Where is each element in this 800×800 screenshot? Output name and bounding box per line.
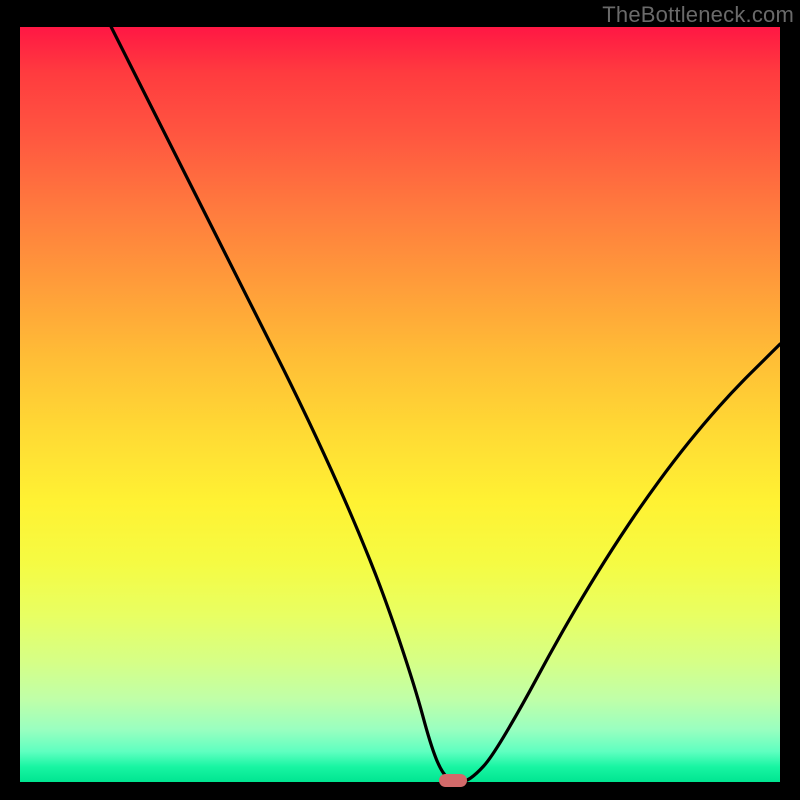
bottleneck-curve xyxy=(111,27,780,782)
chart-frame: TheBottleneck.com xyxy=(0,0,800,800)
watermark-text: TheBottleneck.com xyxy=(602,2,794,28)
plot-area xyxy=(20,27,780,782)
curve-layer xyxy=(20,27,780,782)
optimum-marker xyxy=(439,774,467,787)
